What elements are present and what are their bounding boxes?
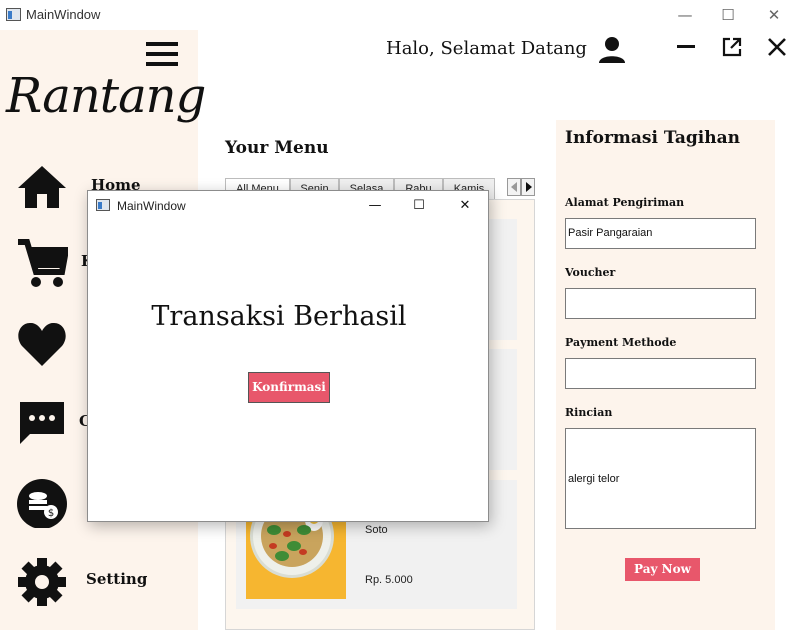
window-maximize-button[interactable]: ☐ xyxy=(714,4,742,26)
close-icon[interactable] xyxy=(767,37,787,57)
dialog-minimize-button[interactable]: — xyxy=(364,197,386,215)
menu-title: Your Menu xyxy=(225,138,329,158)
payment-method-field[interactable] xyxy=(565,358,756,389)
app-logo: Rantang xyxy=(6,68,206,124)
dialog-message: Transaksi Berhasil xyxy=(151,301,407,332)
dialog-close-button[interactable]: ✕ xyxy=(454,197,476,215)
minimize-icon[interactable] xyxy=(676,36,696,56)
dialog-app-icon xyxy=(96,199,110,211)
greeting-text: Halo, Selamat Datang xyxy=(386,38,587,59)
tab-scroll-left-button[interactable] xyxy=(507,178,521,196)
payment-method-label: Payment Methode xyxy=(565,336,677,349)
home-icon xyxy=(18,166,66,208)
tab-scroll-right-button[interactable] xyxy=(521,178,535,196)
window-minimize-button[interactable]: — xyxy=(671,4,699,26)
address-label: Alamat Pengiriman xyxy=(565,196,685,209)
menu-item-name: Soto xyxy=(365,524,388,536)
gear-icon xyxy=(18,558,66,606)
billing-panel: Informasi Tagihan Alamat Pengiriman Pasi… xyxy=(556,120,775,630)
dialog-maximize-button[interactable]: ☐ xyxy=(408,197,430,215)
details-textarea[interactable]: alergi telor xyxy=(565,428,756,529)
heart-icon xyxy=(18,322,66,366)
svg-text:$: $ xyxy=(48,508,54,519)
coins-icon: $ xyxy=(17,479,67,528)
sidebar-item-label: Setting xyxy=(86,570,148,588)
voucher-field[interactable] xyxy=(565,288,756,319)
cart-icon xyxy=(18,239,68,287)
dialog-title: MainWindow xyxy=(117,199,186,213)
details-label: Rincian xyxy=(565,406,613,419)
address-field[interactable]: Pasir Pangaraian xyxy=(565,218,756,249)
hamburger-menu-icon[interactable] xyxy=(146,42,178,66)
app-icon xyxy=(6,8,21,21)
window-close-button[interactable]: ✕ xyxy=(760,4,788,26)
billing-title: Informasi Tagihan xyxy=(565,128,740,148)
sidebar-item-setting[interactable]: Setting xyxy=(0,550,198,610)
voucher-label: Voucher xyxy=(565,266,616,279)
chat-icon xyxy=(20,402,64,444)
user-icon[interactable] xyxy=(598,36,626,64)
confirm-button[interactable]: Konfirmasi xyxy=(248,372,330,403)
window-titlebar: MainWindow — ☐ ✕ xyxy=(0,0,796,30)
success-dialog: MainWindow — ☐ ✕ Transaksi Berhasil Konf… xyxy=(87,190,489,522)
window-title: MainWindow xyxy=(26,7,101,22)
menu-item-price: Rp. 5.000 xyxy=(365,574,413,586)
pay-now-button[interactable]: Pay Now xyxy=(625,558,700,581)
open-external-icon[interactable] xyxy=(722,37,742,57)
